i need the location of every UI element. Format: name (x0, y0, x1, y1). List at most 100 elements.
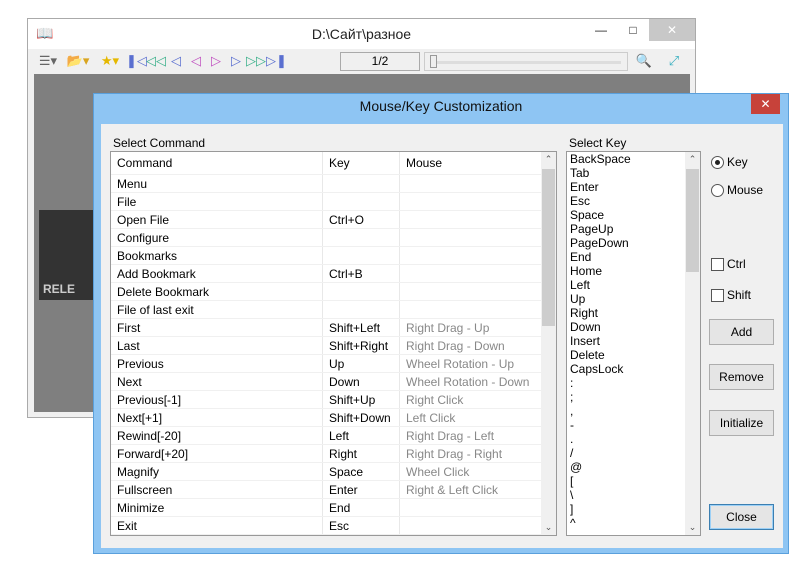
command-cell: Rewind[-20] (111, 427, 323, 444)
radio-button[interactable] (711, 155, 724, 169)
mouse-cell (400, 517, 542, 534)
column-header-mouse[interactable]: Mouse (400, 152, 542, 174)
checkbox[interactable] (711, 288, 724, 302)
table-row[interactable]: Next[+1] Shift+Down Left Click (111, 409, 556, 427)
remove-button[interactable]: Remove (709, 364, 774, 390)
key-list-scrollbar[interactable]: ⌃ ⌄ (685, 152, 700, 535)
table-scrollbar[interactable]: ⌃ ⌄ (541, 152, 556, 535)
next-one-icon[interactable]: ▷ (206, 53, 226, 69)
key-list-item[interactable]: ; (567, 390, 700, 404)
key-list-item[interactable]: Delete (567, 348, 700, 362)
previous-icon[interactable]: ◁ (166, 53, 186, 69)
key-list-item[interactable]: Tab (567, 166, 700, 180)
key-radio-label: Key (727, 155, 748, 169)
close-dialog-button[interactable]: Close (709, 504, 774, 530)
table-row[interactable]: Next Down Wheel Rotation - Down (111, 373, 556, 391)
shift-checkbox[interactable]: Shift (711, 288, 751, 302)
key-list-item[interactable]: End (567, 250, 700, 264)
magnify-icon[interactable]: 🔍 (634, 53, 654, 69)
next-icon[interactable]: ▷ (226, 53, 246, 69)
column-header-command[interactable]: Command (111, 152, 323, 174)
rewind-icon[interactable]: ◁◁ (146, 53, 166, 69)
key-cell (323, 247, 400, 264)
table-row[interactable]: Magnify Space Wheel Click (111, 463, 556, 481)
scroll-thumb[interactable] (542, 169, 555, 326)
close-button[interactable]: ✕ (649, 19, 695, 41)
key-list-item[interactable]: Up (567, 292, 700, 306)
table-row[interactable]: File of last exit (111, 301, 556, 319)
forward-icon[interactable]: ▷▷ (246, 53, 266, 69)
radio-button[interactable] (711, 183, 724, 197)
mouse-cell: Wheel Click (400, 463, 542, 480)
key-list-item[interactable]: ] (567, 502, 700, 516)
table-row[interactable]: Delete Bookmark (111, 283, 556, 301)
table-row[interactable]: Bookmarks (111, 247, 556, 265)
table-row[interactable]: Open File Ctrl+O (111, 211, 556, 229)
scroll-thumb[interactable] (686, 169, 699, 272)
last-page-icon[interactable]: ▷❚ (266, 53, 287, 69)
table-row[interactable]: Configure (111, 229, 556, 247)
menu-icon[interactable]: ☰▾ (34, 53, 62, 69)
table-row[interactable]: Previous Up Wheel Rotation - Up (111, 355, 556, 373)
add-button[interactable]: Add (709, 319, 774, 345)
page-slider[interactable] (424, 52, 628, 71)
scroll-up-icon[interactable]: ⌃ (685, 154, 700, 165)
table-row[interactable]: Add Bookmark Ctrl+B (111, 265, 556, 283)
table-row[interactable]: Last Shift+Right Right Drag - Down (111, 337, 556, 355)
table-row[interactable]: Rewind[-20] Left Right Drag - Left (111, 427, 556, 445)
slider-thumb[interactable] (430, 55, 437, 68)
table-row[interactable]: File (111, 193, 556, 211)
key-list-item[interactable]: : (567, 376, 700, 390)
document-image: RELE (39, 210, 99, 300)
key-list-item[interactable]: . (567, 432, 700, 446)
key-list-item[interactable]: @ (567, 460, 700, 474)
dialog-close-button[interactable]: ✕ (751, 94, 780, 114)
key-list-item[interactable]: - (567, 418, 700, 432)
maximize-button[interactable]: □ (617, 19, 649, 41)
table-row[interactable]: Menu (111, 175, 556, 193)
table-row[interactable]: First Shift+Left Right Drag - Up (111, 319, 556, 337)
open-folder-icon[interactable]: 📂▾ (62, 53, 94, 69)
key-list-item[interactable]: PageUp (567, 222, 700, 236)
key-list-item[interactable]: / (567, 446, 700, 460)
mouse-cell (400, 283, 542, 300)
key-cell: Shift+Right (323, 337, 400, 354)
table-row[interactable]: Previous[-1] Shift+Up Right Click (111, 391, 556, 409)
initialize-button[interactable]: Initialize (709, 410, 774, 436)
key-list-item[interactable]: PageDown (567, 236, 700, 250)
scroll-down-icon[interactable]: ⌄ (685, 522, 700, 533)
previous-one-icon[interactable]: ◁ (186, 53, 206, 69)
key-list-item[interactable]: Insert (567, 334, 700, 348)
scroll-up-icon[interactable]: ⌃ (541, 154, 556, 165)
key-list-item[interactable]: Down (567, 320, 700, 334)
checkbox[interactable] (711, 257, 724, 271)
command-table[interactable]: Command Key Mouse Menu File Open File Ctrl+… (110, 151, 557, 536)
table-row[interactable]: Exit Esc (111, 517, 556, 535)
key-list[interactable]: BackSpace Tab Enter Esc Space PageUp PageDown E… (566, 151, 701, 536)
mouse-radio[interactable]: Mouse (711, 183, 763, 197)
key-list-item[interactable]: Enter (567, 180, 700, 194)
bookmark-star-icon[interactable]: ★▾ (94, 53, 126, 69)
key-list-item[interactable]: Space (567, 208, 700, 222)
fullscreen-icon[interactable]: ⤢ (664, 53, 684, 69)
key-list-item[interactable]: Right (567, 306, 700, 320)
key-list-item[interactable]: \ (567, 488, 700, 502)
first-page-icon[interactable]: ❚◁ (126, 53, 147, 69)
key-cell (323, 175, 400, 192)
table-row[interactable]: Fullscreen Enter Right & Left Click (111, 481, 556, 499)
minimize-button[interactable]: — (585, 19, 617, 41)
column-header-key[interactable]: Key (323, 152, 400, 174)
key-list-item[interactable]: Left (567, 278, 700, 292)
table-row[interactable]: Forward[+20] Right Right Drag - Right (111, 445, 556, 463)
key-list-item[interactable]: CapsLock (567, 362, 700, 376)
key-list-item[interactable]: Esc (567, 194, 700, 208)
key-list-item[interactable]: , (567, 404, 700, 418)
key-list-item[interactable]: ^ (567, 516, 700, 530)
key-list-item[interactable]: Home (567, 264, 700, 278)
ctrl-checkbox[interactable]: Ctrl (711, 257, 746, 271)
table-row[interactable]: Minimize End (111, 499, 556, 517)
key-list-item[interactable]: BackSpace (567, 152, 700, 166)
key-radio[interactable]: Key (711, 155, 748, 169)
scroll-down-icon[interactable]: ⌄ (541, 522, 556, 533)
key-list-item[interactable]: [ (567, 474, 700, 488)
